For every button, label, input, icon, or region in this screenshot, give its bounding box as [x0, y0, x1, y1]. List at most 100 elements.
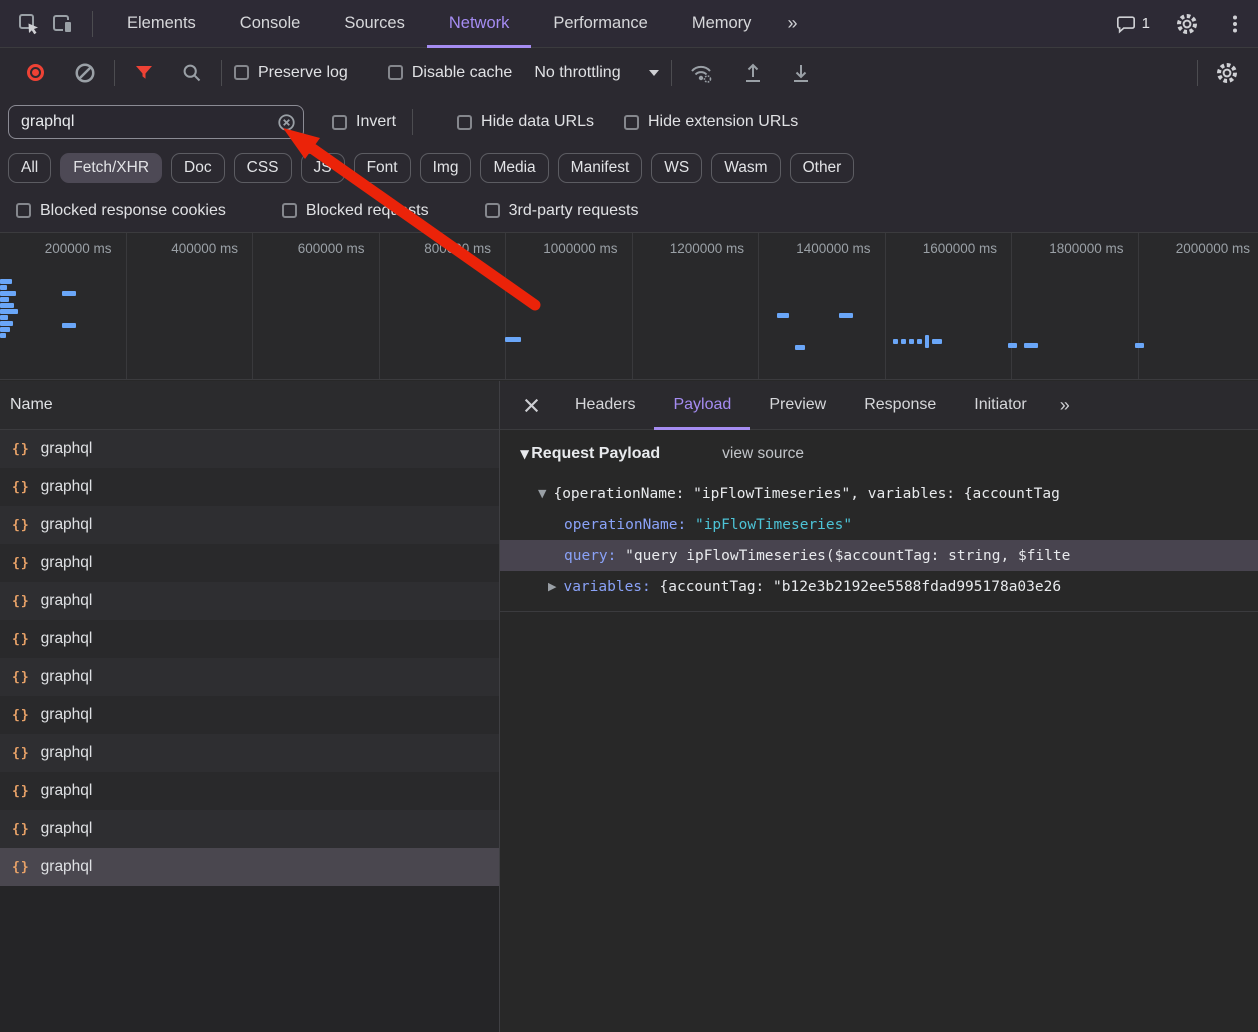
- payload-key: variables: [563, 579, 659, 595]
- hide-data-urls-checkbox[interactable]: [457, 115, 472, 130]
- console-messages-badge[interactable]: 1: [1116, 14, 1150, 34]
- invert-checkbox[interactable]: [332, 115, 347, 130]
- disable-cache-label[interactable]: Disable cache: [412, 64, 513, 82]
- view-source-link[interactable]: view source: [722, 445, 804, 463]
- detail-tab-initiator[interactable]: Initiator: [955, 381, 1045, 430]
- filter-toggle-icon[interactable]: [127, 58, 161, 88]
- type-filter-other[interactable]: Other: [790, 153, 855, 183]
- request-row[interactable]: {}graphql: [0, 506, 499, 544]
- type-filter-doc[interactable]: Doc: [171, 153, 225, 183]
- type-filter-all[interactable]: All: [8, 153, 51, 183]
- tab-label: Response: [864, 396, 936, 414]
- type-filter-font[interactable]: Font: [354, 153, 411, 183]
- tab-network[interactable]: Network: [427, 0, 532, 48]
- type-filter-media[interactable]: Media: [480, 153, 548, 183]
- payload-root-row[interactable]: ▼ {operationName: "ipFlowTimeseries", va…: [500, 478, 1258, 509]
- more-detail-tabs-button[interactable]: »: [1046, 395, 1084, 416]
- expand-icon[interactable]: ▶: [548, 580, 556, 593]
- tab-sources[interactable]: Sources: [322, 0, 427, 48]
- hide-data-urls-label[interactable]: Hide data URLs: [481, 113, 594, 131]
- payload-panel: ▼ Request Payload view source ▼ {operati…: [500, 430, 1258, 612]
- type-filter-js[interactable]: JS: [301, 153, 345, 183]
- request-row[interactable]: {}graphql: [0, 620, 499, 658]
- preserve-log-group: Preserve log: [234, 64, 348, 82]
- third-party-requests-checkbox[interactable]: [485, 203, 500, 218]
- separator: [114, 60, 115, 86]
- payload-entry-operationname[interactable]: operationName "ipFlowTimeseries": [500, 509, 1258, 540]
- blocked-response-cookies-label[interactable]: Blocked response cookies: [40, 202, 226, 220]
- tab-label: Console: [240, 14, 301, 33]
- hide-extension-urls-label[interactable]: Hide extension URLs: [648, 113, 798, 131]
- device-toolbar-icon[interactable]: [46, 9, 80, 39]
- detail-tab-headers[interactable]: Headers: [556, 381, 654, 430]
- throttling-select[interactable]: No throttling: [534, 64, 658, 82]
- more-tabs-button[interactable]: »: [773, 13, 811, 34]
- network-main-split: Name {}graphql {}graphql {}graphql {}gra…: [0, 381, 1258, 1032]
- advanced-filters: Blocked response cookies Blocked request…: [0, 189, 1258, 232]
- request-row[interactable]: {}graphql: [0, 658, 499, 696]
- type-filter-wasm[interactable]: Wasm: [711, 153, 780, 183]
- collapse-icon[interactable]: ▼: [538, 487, 546, 500]
- payload-entry-query[interactable]: query "query ipFlowTimeseries($accountTa…: [500, 540, 1258, 571]
- payload-entry-variables[interactable]: ▶ variables {accountTag: "b12e3b2192ee55…: [500, 571, 1258, 602]
- overview-bars: [0, 233, 1258, 379]
- disable-cache-checkbox[interactable]: [388, 65, 403, 80]
- record-network-log-button[interactable]: [18, 58, 52, 88]
- json-braces-icon: {}: [12, 746, 30, 761]
- separator: [221, 60, 222, 86]
- blocked-requests-label[interactable]: Blocked requests: [306, 202, 429, 220]
- hide-extension-urls-checkbox[interactable]: [624, 115, 639, 130]
- divider: [500, 611, 1258, 612]
- close-detail-icon[interactable]: [514, 388, 548, 422]
- detail-tab-preview[interactable]: Preview: [750, 381, 845, 430]
- search-icon[interactable]: [175, 58, 209, 88]
- tab-elements[interactable]: Elements: [105, 0, 218, 48]
- type-filter-ws[interactable]: WS: [651, 153, 702, 183]
- network-conditions-icon[interactable]: [684, 58, 718, 88]
- request-row[interactable]: {}graphql: [0, 734, 499, 772]
- tab-console[interactable]: Console: [218, 0, 323, 48]
- detail-tab-response[interactable]: Response: [845, 381, 955, 430]
- blocked-response-cookies-checkbox[interactable]: [16, 203, 31, 218]
- tab-performance[interactable]: Performance: [531, 0, 669, 48]
- network-overview-timeline[interactable]: 200000 ms 400000 ms 600000 ms 800000 ms …: [0, 232, 1258, 380]
- payload-value: {accountTag: "b12e3b2192ee5588fdad995178…: [660, 579, 1062, 595]
- import-har-icon[interactable]: [736, 58, 770, 88]
- request-row[interactable]: {}graphql: [0, 430, 499, 468]
- json-braces-icon: {}: [12, 556, 30, 571]
- resource-type-filters: All Fetch/XHR Doc CSS JS Font Img Media …: [0, 147, 1258, 189]
- clear-filter-icon[interactable]: [278, 114, 295, 131]
- request-row[interactable]: {}graphql: [0, 544, 499, 582]
- type-filter-css[interactable]: CSS: [234, 153, 292, 183]
- third-party-requests-label[interactable]: 3rd-party requests: [509, 202, 639, 220]
- request-rows: {}graphql {}graphql {}graphql {}graphql …: [0, 430, 499, 886]
- kebab-menu-icon[interactable]: [1218, 9, 1252, 39]
- blocked-requests-checkbox[interactable]: [282, 203, 297, 218]
- name-column-header[interactable]: Name: [0, 381, 499, 430]
- tab-memory[interactable]: Memory: [670, 0, 774, 48]
- request-row-selected[interactable]: {}graphql: [0, 848, 499, 886]
- request-row[interactable]: {}graphql: [0, 772, 499, 810]
- record-icon: [27, 64, 44, 81]
- filter-input[interactable]: [8, 105, 304, 139]
- preserve-log-label[interactable]: Preserve log: [258, 64, 348, 82]
- request-row[interactable]: {}graphql: [0, 468, 499, 506]
- request-row[interactable]: {}graphql: [0, 696, 499, 734]
- clear-network-log-button[interactable]: [68, 58, 102, 88]
- detail-tab-payload[interactable]: Payload: [654, 381, 750, 430]
- export-har-icon[interactable]: [784, 58, 818, 88]
- invert-label[interactable]: Invert: [356, 113, 396, 131]
- type-filter-manifest[interactable]: Manifest: [558, 153, 643, 183]
- inspect-icon[interactable]: [12, 9, 46, 39]
- tab-label: Initiator: [974, 396, 1026, 414]
- settings-gear-icon[interactable]: [1170, 9, 1204, 39]
- network-settings-gear-icon[interactable]: [1210, 58, 1244, 88]
- request-row[interactable]: {}graphql: [0, 810, 499, 848]
- request-name: graphql: [41, 630, 93, 648]
- json-braces-icon: {}: [12, 442, 30, 457]
- type-filter-fetch-xhr[interactable]: Fetch/XHR: [60, 153, 162, 183]
- type-filter-img[interactable]: Img: [420, 153, 472, 183]
- request-row[interactable]: {}graphql: [0, 582, 499, 620]
- collapse-icon[interactable]: ▼: [520, 447, 529, 461]
- preserve-log-checkbox[interactable]: [234, 65, 249, 80]
